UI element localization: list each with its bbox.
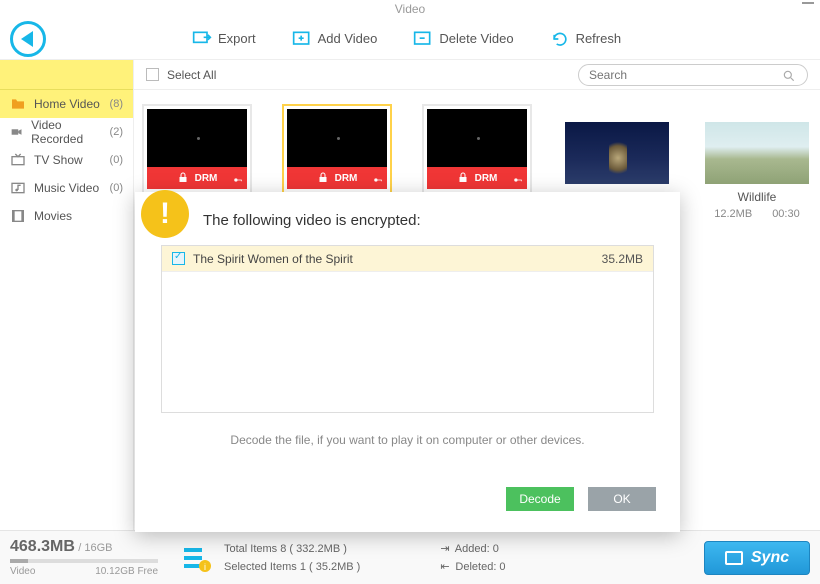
drm-badge: DRM xyxy=(147,167,247,189)
sidebar-label: Video Recorded xyxy=(31,118,101,146)
selected-items: Selected Items 1 ( 35.2MB ) xyxy=(224,558,360,576)
warning-icon: ! xyxy=(141,190,189,238)
thumbnail-image xyxy=(565,122,669,184)
deleted-count: Deleted: 0 xyxy=(455,561,505,573)
ok-button[interactable]: OK xyxy=(588,487,656,511)
drm-badge: DRM xyxy=(427,167,527,189)
sidebar-item-video-recorded[interactable]: Video Recorded (2) xyxy=(0,118,133,146)
sidebar-item-movies[interactable]: Movies xyxy=(0,202,133,230)
key-icon xyxy=(233,175,243,185)
select-all-checkbox[interactable] xyxy=(146,68,159,81)
storage-total: / 16GB xyxy=(78,542,112,554)
refresh-button[interactable]: Refresh xyxy=(550,29,622,49)
row-name: The Spirit Women of the Spirit xyxy=(193,252,353,266)
video-thumb-selected[interactable]: DRM xyxy=(282,104,392,194)
sidebar-item-tv-show[interactable]: TV Show (0) xyxy=(0,146,133,174)
export-button[interactable]: Export xyxy=(192,29,256,49)
svg-text:i: i xyxy=(204,562,206,572)
stats-col1: Total Items 8 ( 332.2MB ) Selected Items… xyxy=(224,540,360,576)
dialog-hint: Decode the file, if you want to play it … xyxy=(135,433,680,447)
dialog-list: The Spirit Women of the Spirit 35.2MB xyxy=(161,245,654,413)
camera-icon xyxy=(10,124,23,140)
window-title: Video xyxy=(0,0,820,18)
dialog-title: The following video is encrypted: xyxy=(203,212,680,229)
back-arrow-icon xyxy=(21,31,33,47)
dialog-row[interactable]: The Spirit Women of the Spirit 35.2MB xyxy=(162,246,653,272)
add-video-button[interactable]: Add Video xyxy=(292,29,378,49)
video-thumb-wildlife[interactable]: Wildlife 12.2MB 00:30 xyxy=(702,122,812,220)
storage-used: 468.3MB xyxy=(10,538,75,555)
sidebar-count: (2) xyxy=(110,126,123,138)
lock-icon xyxy=(457,172,469,184)
thumb-title: Wildlife xyxy=(738,190,777,204)
sync-label: Sync xyxy=(751,549,789,567)
export-icon xyxy=(192,29,212,49)
sidebar-label: Home Video xyxy=(34,97,100,111)
video-thumb[interactable]: DRM xyxy=(142,104,252,194)
sidebar-label: Movies xyxy=(34,209,72,223)
export-label: Export xyxy=(218,31,256,46)
info-icon: i xyxy=(180,542,212,574)
row-size: 35.2MB xyxy=(602,252,643,266)
minimize-button[interactable] xyxy=(802,2,814,4)
storage-info: 468.3MB / 16GB Video 10.12GB Free xyxy=(10,538,168,577)
storage-bar xyxy=(10,559,158,563)
decode-button[interactable]: Decode xyxy=(506,487,574,511)
video-thumb[interactable]: DRM xyxy=(422,104,532,194)
sidebar-count: (0) xyxy=(110,182,123,194)
content-header: Select All xyxy=(134,60,820,90)
sidebar-count: (8) xyxy=(110,98,123,110)
thumb-meta: 12.2MB 00:30 xyxy=(714,208,799,220)
lock-icon xyxy=(177,172,189,184)
drm-badge: DRM xyxy=(287,167,387,189)
footer: 468.3MB / 16GB Video 10.12GB Free i Tota… xyxy=(0,530,820,584)
refresh-label: Refresh xyxy=(576,31,622,46)
stats-col2: ⇥ Added: 0 ⇤ Deleted: 0 xyxy=(440,540,505,576)
sidebar-item-music-video[interactable]: Music Video (0) xyxy=(0,174,133,202)
thumbnail-image xyxy=(705,122,809,184)
back-button[interactable] xyxy=(10,21,46,57)
sync-icon xyxy=(725,551,743,565)
added-count: Added: 0 xyxy=(455,543,499,555)
total-items: Total Items 8 ( 332.2MB ) xyxy=(224,540,360,558)
key-icon xyxy=(513,175,523,185)
key-icon xyxy=(373,175,383,185)
sync-button[interactable]: Sync xyxy=(704,541,810,575)
add-icon xyxy=(292,29,312,49)
sidebar-count: (0) xyxy=(110,154,123,166)
row-checkbox[interactable] xyxy=(172,252,185,265)
sidebar-header xyxy=(0,60,133,90)
delete-video-button[interactable]: Delete Video xyxy=(413,29,513,49)
sidebar-item-home-video[interactable]: Home Video (8) xyxy=(0,90,133,118)
lock-icon xyxy=(317,172,329,184)
film-icon xyxy=(10,208,26,224)
storage-free: 10.12GB Free xyxy=(95,566,158,577)
select-all-label: Select All xyxy=(167,68,216,82)
folder-icon xyxy=(10,96,26,112)
delete-icon xyxy=(413,29,433,49)
sidebar: Home Video (8) Video Recorded (2) TV Sho… xyxy=(0,60,134,530)
sidebar-label: Music Video xyxy=(34,181,99,195)
search-input[interactable] xyxy=(578,64,808,86)
sidebar-label: TV Show xyxy=(34,153,83,167)
toolbar: Export Add Video Delete Video Refresh xyxy=(0,18,820,60)
delete-video-label: Delete Video xyxy=(439,31,513,46)
refresh-icon xyxy=(550,29,570,49)
music-icon xyxy=(10,180,26,196)
tv-icon xyxy=(10,152,26,168)
storage-label: Video xyxy=(10,566,35,577)
video-thumb[interactable] xyxy=(562,122,672,184)
encrypted-dialog: ! The following video is encrypted: The … xyxy=(135,192,680,532)
search-icon xyxy=(782,69,796,83)
add-video-label: Add Video xyxy=(318,31,378,46)
